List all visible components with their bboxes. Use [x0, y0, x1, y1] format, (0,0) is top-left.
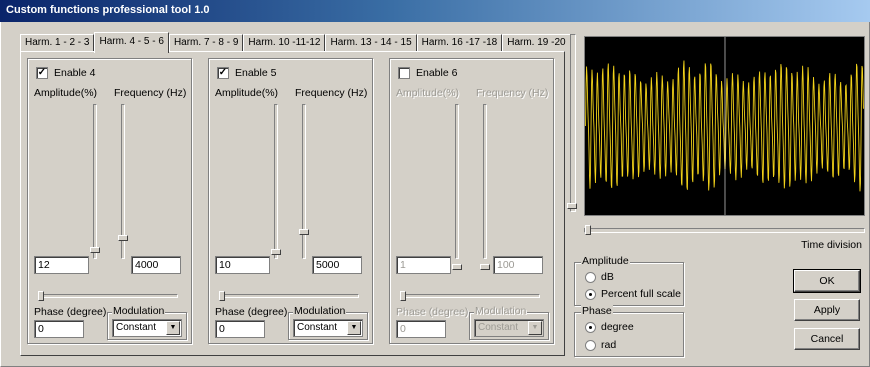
- phase-slider-thumb[interactable]: [219, 291, 225, 301]
- phase-rad-option[interactable]: rad: [585, 339, 616, 351]
- frequency-label: Frequency (Hz): [295, 87, 368, 99]
- frequency-slider-track: [483, 104, 487, 259]
- phase-slider-thumb[interactable]: [38, 291, 44, 301]
- tab-harm-13-15[interactable]: Harm. 13 - 14 - 15: [325, 34, 417, 52]
- phase-slider-track[interactable]: [38, 294, 178, 298]
- modulation-box: Modulation Constant ▼: [288, 305, 368, 340]
- time-division-slider[interactable]: [584, 225, 865, 235]
- amplitude-input: 1: [396, 256, 451, 274]
- modulation-select[interactable]: Constant ▼: [293, 319, 363, 337]
- amplitude-input[interactable]: 12: [34, 256, 89, 274]
- tab-harm-7-9[interactable]: Harm. 7 - 8 - 9: [168, 34, 244, 52]
- phase-slider-thumb: [400, 291, 406, 301]
- phase-degree-label: degree: [601, 321, 634, 333]
- frequency-label: Frequency (Hz): [114, 87, 187, 99]
- enable-4-checkbox-row[interactable]: ✓ Enable 4: [36, 67, 95, 79]
- phase-slider-track[interactable]: [219, 294, 359, 298]
- apply-button[interactable]: Apply: [794, 299, 860, 321]
- phase-degree-radio[interactable]: [585, 321, 596, 333]
- waveform-trace: [585, 60, 864, 192]
- harmonic-6-group: Enable 6 Amplitude(%) Frequency (Hz) 1 1…: [389, 58, 554, 344]
- amplitude-percent-radio[interactable]: [585, 288, 596, 300]
- modulation-select: Constant ▼: [474, 319, 544, 337]
- modulation-label: Modulation: [474, 305, 528, 317]
- modulation-select[interactable]: Constant ▼: [112, 319, 182, 337]
- tab-harm-10-12[interactable]: Harm. 10 -11-12: [243, 34, 326, 52]
- amplitude-db-option[interactable]: dB: [585, 271, 614, 283]
- phase-label: Phase (degree): [215, 306, 288, 318]
- chevron-down-icon: ▼: [528, 321, 542, 335]
- tab-harm-4-6[interactable]: Harm. 4 - 5 - 6: [94, 32, 169, 53]
- modulation-value: Constant: [116, 322, 157, 333]
- phase-input[interactable]: 0: [215, 320, 265, 338]
- modulation-value: Constant: [297, 322, 338, 333]
- phase-rad-label: rad: [601, 339, 617, 351]
- enable-6-checkbox-row[interactable]: Enable 6: [398, 67, 457, 79]
- harmonic-5-group: ✓ Enable 5 Amplitude(%) Frequency (Hz) 1…: [208, 58, 373, 344]
- phase-degree-option[interactable]: degree: [585, 321, 634, 333]
- amplitude-slider-thumb[interactable]: [90, 247, 100, 253]
- enable-4-checkbox[interactable]: ✓: [36, 67, 48, 79]
- chevron-down-icon[interactable]: ▼: [166, 321, 180, 335]
- modulation-label: Modulation: [293, 305, 347, 317]
- cancel-button[interactable]: Cancel: [794, 328, 860, 350]
- scope-vertical-slider[interactable]: [567, 34, 577, 212]
- frequency-input[interactable]: 4000: [131, 256, 181, 274]
- amplitude-slider-track[interactable]: [93, 104, 97, 259]
- enable-6-checkbox[interactable]: [398, 67, 410, 79]
- phase-label: Phase (degree): [34, 306, 107, 318]
- amplitude-db-radio[interactable]: [585, 271, 596, 283]
- harmonic-4-group: ✓ Enable 4 Amplitude(%) Frequency (Hz) 1…: [27, 58, 192, 344]
- modulation-value: Constant: [478, 322, 519, 333]
- enable-5-checkbox-row[interactable]: ✓ Enable 5: [217, 67, 276, 79]
- harmonic-tabs: Harm. 1 - 2 - 3 Harm. 4 - 5 - 6 Harm. 7 …: [20, 32, 571, 53]
- tab-harm-1-3[interactable]: Harm. 1 - 2 - 3: [20, 34, 95, 52]
- waveform-display: [584, 36, 865, 216]
- amplitude-input[interactable]: 10: [215, 256, 270, 274]
- frequency-input[interactable]: 5000: [312, 256, 362, 274]
- enable-5-label: Enable 5: [235, 67, 277, 79]
- window-title: Custom functions professional tool 1.0: [0, 0, 870, 22]
- amplitude-percent-label: Percent full scale: [601, 288, 681, 300]
- time-division-label: Time division: [801, 239, 862, 251]
- frequency-slider-track[interactable]: [302, 104, 306, 259]
- frequency-label: Frequency (Hz): [476, 87, 549, 99]
- amplitude-slider-track: [455, 104, 459, 259]
- amplitude-percent-option[interactable]: Percent full scale: [585, 288, 681, 300]
- frequency-slider-thumb[interactable]: [118, 235, 128, 241]
- frequency-slider-thumb[interactable]: [299, 229, 309, 235]
- scope-vertical-thumb[interactable]: [567, 203, 577, 209]
- frequency-slider-thumb: [480, 264, 490, 270]
- modulation-box: Modulation Constant ▼: [107, 305, 187, 340]
- phase-unit-group: Phase degree rad: [574, 305, 684, 357]
- ok-button[interactable]: OK: [793, 269, 861, 293]
- phase-label: Phase (degree): [396, 306, 469, 318]
- amplitude-db-label: dB: [601, 271, 614, 283]
- phase-input[interactable]: 0: [34, 320, 84, 338]
- phase-input: 0: [396, 320, 446, 338]
- modulation-box: Modulation Constant ▼: [469, 305, 549, 340]
- amplitude-slider-track[interactable]: [274, 104, 278, 259]
- amplitude-label: Amplitude(%): [215, 87, 279, 99]
- phase-slider-track: [400, 294, 540, 298]
- amplitude-unit-legend: Amplitude: [581, 255, 630, 267]
- chevron-down-icon[interactable]: ▼: [347, 321, 361, 335]
- time-division-thumb[interactable]: [585, 225, 591, 235]
- phase-rad-radio[interactable]: [585, 339, 596, 351]
- amplitude-unit-group: Amplitude dB Percent full scale: [574, 255, 684, 306]
- frequency-input: 100: [493, 256, 543, 274]
- tab-harm-19-20[interactable]: Harm. 19 -20: [502, 34, 571, 52]
- amplitude-slider-thumb: [452, 264, 462, 270]
- phase-unit-legend: Phase: [581, 305, 613, 317]
- enable-5-checkbox[interactable]: ✓: [217, 67, 229, 79]
- amplitude-label: Amplitude(%): [34, 87, 98, 99]
- modulation-label: Modulation: [112, 305, 166, 317]
- tab-harm-16-18[interactable]: Harm. 16 -17 -18: [416, 34, 503, 52]
- amplitude-slider-thumb[interactable]: [271, 249, 281, 255]
- enable-6-label: Enable 6: [416, 67, 458, 79]
- enable-4-label: Enable 4: [54, 67, 96, 79]
- amplitude-label: Amplitude(%): [396, 87, 460, 99]
